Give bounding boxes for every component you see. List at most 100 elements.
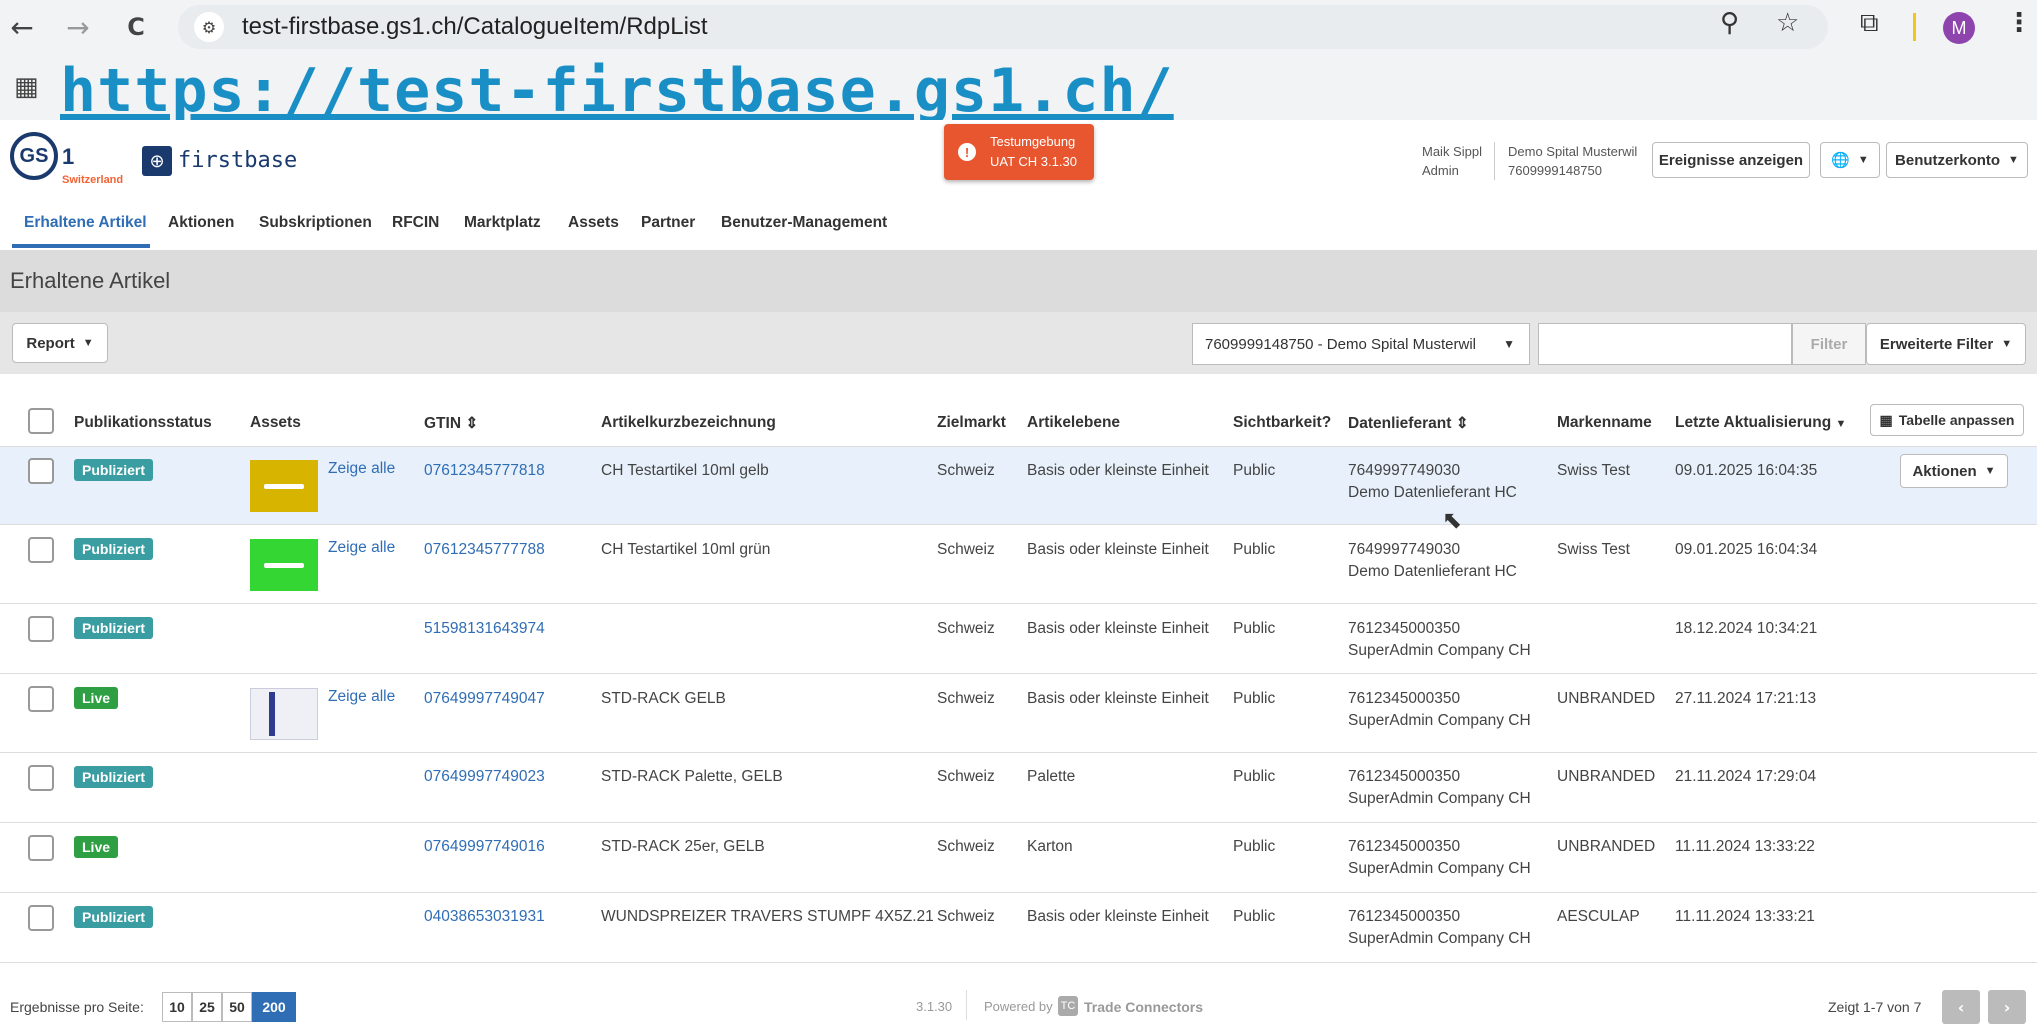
gtin-link[interactable]: 07612345777818 [424, 460, 545, 482]
site-settings-icon[interactable]: ⚙ [194, 12, 224, 42]
table-icon: ▦ [1879, 411, 1893, 428]
report-button[interactable]: Report ▼ [12, 323, 108, 363]
tab-user-management[interactable]: Benutzer-Management [721, 214, 887, 232]
col-supplier[interactable]: Datenlieferant ⇕ [1348, 414, 1469, 433]
tab-partner[interactable]: Partner [641, 214, 695, 232]
tab-assets[interactable]: Assets [568, 214, 619, 232]
visibility: Public [1233, 908, 1276, 925]
tab-marketplace[interactable]: Marktplatz [464, 214, 541, 232]
advanced-filter-button[interactable]: Erweiterte Filter ▼ [1866, 323, 2026, 365]
per-page-25[interactable]: 25 [192, 992, 222, 1022]
table-row[interactable] [0, 823, 2037, 893]
filter-button[interactable]: Filter [1792, 323, 1866, 365]
col-level[interactable]: Artikelebene [1027, 414, 1120, 432]
events-button[interactable]: Ereignisse anzeigen [1652, 142, 1810, 178]
item-name: CH Testartikel 10ml grün [601, 541, 771, 558]
col-gtin[interactable]: GTIN ⇕ [424, 414, 478, 433]
row-checkbox[interactable] [28, 905, 54, 931]
col-market[interactable]: Zielmarkt [937, 414, 1006, 432]
gtin-link[interactable]: 07649997749047 [424, 688, 545, 710]
status-badge: Publiziert [74, 766, 154, 788]
bookmark-star-icon[interactable]: ☆ [1776, 8, 1799, 38]
item-name: WUNDSPREIZER TRAVERS STUMPF 4X5Z.21 [601, 908, 934, 925]
filter-input[interactable] [1538, 323, 1792, 365]
forward-icon[interactable]: → [56, 5, 100, 49]
table-row[interactable] [0, 893, 2037, 963]
address-bar[interactable]: ⚙ test-firstbase.gs1.ch/CatalogueItem/Rd… [178, 5, 1828, 49]
row-checkbox[interactable] [28, 686, 54, 712]
show-all-assets-link[interactable]: Zeige alle [328, 460, 395, 478]
row-checkbox[interactable] [28, 616, 54, 642]
apps-grid-icon[interactable]: ▦ [14, 72, 39, 102]
brand-name: AESCULAP [1557, 908, 1640, 925]
show-all-assets-link[interactable]: Zeige alle [328, 539, 395, 557]
gs1-logo-number: 1 [62, 144, 75, 169]
row-checkbox[interactable] [28, 765, 54, 791]
gtin-link[interactable]: 07612345777788 [424, 539, 545, 561]
gtin-link[interactable]: 51598131643974 [424, 618, 545, 640]
chevron-down-icon: ▼ [82, 337, 94, 349]
row-checkbox[interactable] [28, 835, 54, 861]
zoom-icon[interactable]: ⚲ [1720, 8, 1739, 38]
reload-icon[interactable]: C [114, 5, 158, 49]
per-page-10[interactable]: 10 [162, 992, 192, 1022]
item-name: STD-RACK GELB [601, 690, 726, 707]
gtin-link[interactable]: 07649997749023 [424, 766, 545, 788]
show-all-assets-link[interactable]: Zeige alle [328, 688, 395, 706]
footer-divider [966, 990, 967, 1020]
product-thumbnail[interactable] [250, 539, 318, 591]
bookmark-link[interactable]: https://test-firstbase.gs1.ch/ [60, 56, 1174, 126]
account-button[interactable]: Benutzerkonto ▼ [1886, 142, 2028, 178]
brand-name: UNBRANDED [1557, 690, 1656, 707]
target-market: Schweiz [937, 908, 995, 925]
row-actions-button[interactable]: Aktionen ▼ [1900, 454, 2008, 488]
globe-icon: 🌐 [1831, 152, 1850, 169]
language-button[interactable]: 🌐 ▼ [1820, 142, 1880, 178]
gs1-country-label: Switzerland [62, 174, 124, 186]
alert-icon: ! [958, 143, 976, 161]
target-market: Schweiz [937, 462, 995, 479]
select-all-checkbox[interactable] [28, 408, 54, 434]
row-checkbox[interactable] [28, 458, 54, 484]
browser-menu-icon[interactable]: ⋮ [2006, 8, 2032, 38]
supplier-gln: 7649997749030 [1348, 541, 1461, 558]
profile-avatar[interactable]: M [1943, 12, 1975, 44]
col-updated[interactable]: Letzte Aktualisierung ▼ [1675, 414, 1846, 432]
supplier-name: SuperAdmin Company CH [1348, 642, 1531, 659]
customize-table-button[interactable]: ▦ Tabelle anpassen [1870, 404, 2024, 436]
col-name[interactable]: Artikelkurzbezeichnung [601, 414, 776, 432]
actions-label: Aktionen [1912, 462, 1977, 480]
product-thumbnail[interactable] [250, 688, 318, 740]
col-visibility[interactable]: Sichtbarkeit? [1233, 414, 1331, 432]
user-info: Maik Sippl Admin [1422, 142, 1482, 180]
status-badge: Live [74, 687, 119, 709]
tab-actions[interactable]: Aktionen [168, 214, 234, 232]
target-market: Schweiz [937, 620, 995, 637]
per-page-50[interactable]: 50 [222, 992, 252, 1022]
supplier-name: SuperAdmin Company CH [1348, 790, 1531, 807]
next-page-button[interactable]: › [1988, 990, 2026, 1024]
partner-select[interactable]: 7609999148750 - Demo Spital Musterwil ▼ [1192, 323, 1530, 365]
gtin-link[interactable]: 07649997749016 [424, 836, 545, 858]
row-checkbox[interactable] [28, 537, 54, 563]
gtin-link[interactable]: 04038653031931 [424, 906, 545, 928]
sort-icon: ⇕ [1455, 415, 1469, 432]
target-market: Schweiz [937, 838, 995, 855]
tab-received-items[interactable]: Erhaltene Artikel [24, 214, 147, 232]
col-status[interactable]: Publikationsstatus [74, 414, 212, 432]
last-updated: 11.11.2024 13:33:22 [1675, 838, 1815, 855]
product-thumbnail[interactable] [250, 460, 318, 512]
tab-subscriptions[interactable]: Subskriptionen [259, 214, 372, 232]
tab-rfcin[interactable]: RFCIN [392, 214, 439, 232]
per-page-200[interactable]: 200 [252, 992, 296, 1022]
visibility: Public [1233, 541, 1276, 558]
col-brand[interactable]: Markenname [1557, 414, 1652, 432]
table-row[interactable] [0, 753, 2037, 823]
gs1-logo[interactable]: GS [10, 132, 58, 180]
item-name: CH Testartikel 10ml gelb [601, 462, 769, 479]
toolbar-divider [1913, 13, 1916, 41]
extensions-icon[interactable]: ⧉ [1860, 8, 1879, 39]
prev-page-button[interactable]: ‹ [1942, 990, 1980, 1024]
app-version: 3.1.30 [916, 999, 953, 1014]
back-icon[interactable]: ← [0, 5, 44, 49]
